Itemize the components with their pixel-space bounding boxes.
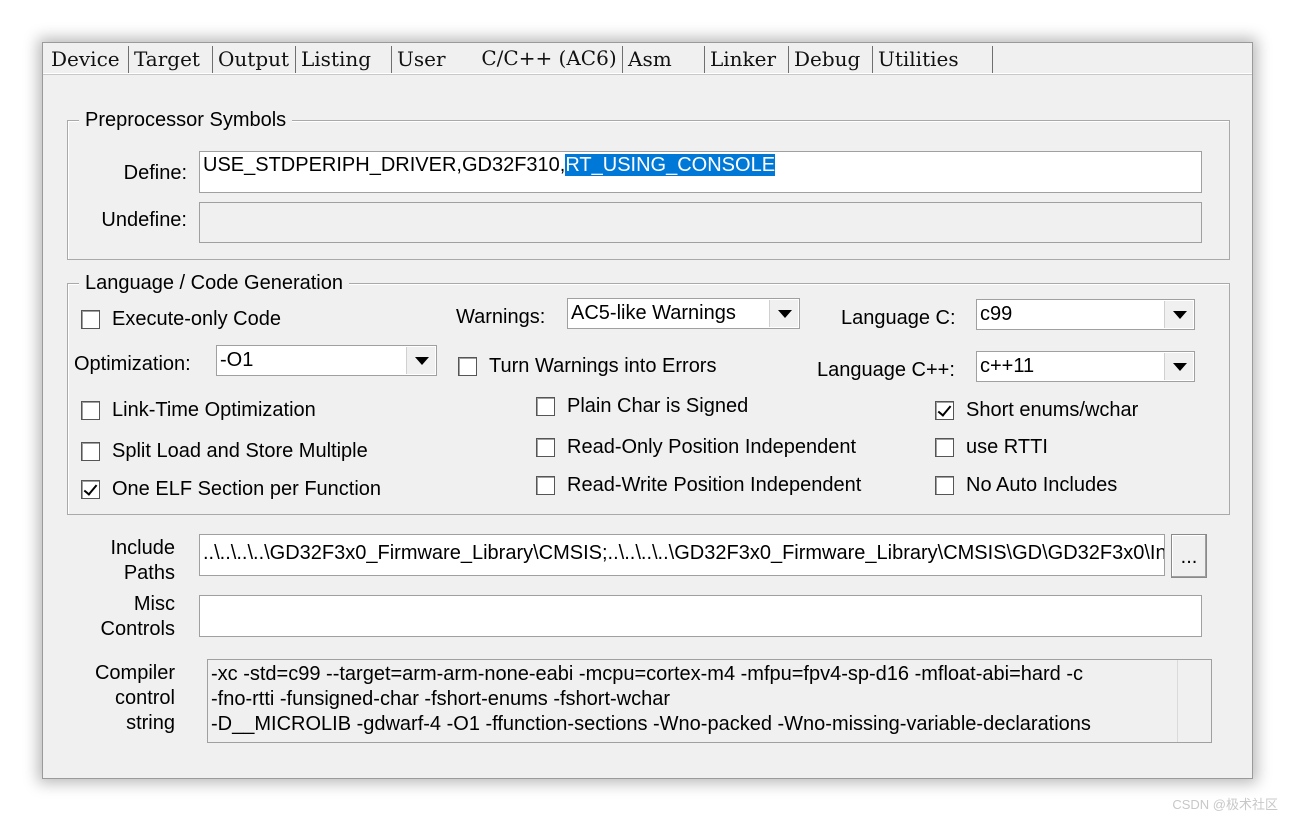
split-load-label: Split Load and Store Multiple (112, 439, 368, 462)
compiler-line-1: -xc -std=c99 --target=arm-arm-none-eabi … (211, 663, 1083, 685)
include-label-line2: Paths (123, 562, 175, 584)
warnings-select[interactable]: AC5-like Warnings (567, 298, 800, 329)
compiler-control-string[interactable]: -xc -std=c99 --target=arm-arm-none-eabi … (207, 659, 1212, 743)
tab-listing[interactable]: Listing (296, 46, 392, 73)
options-dialog: Device Target Output Listing User C/C++ … (42, 42, 1253, 779)
language-title: Language / Code Generation (79, 271, 349, 295)
tab-divider-shadow (43, 74, 1252, 75)
tab-asm[interactable]: Asm (622, 46, 705, 73)
language-cpp-select[interactable]: c++11 (976, 351, 1195, 382)
checkmark-icon (937, 401, 952, 417)
link-time-checkbox[interactable]: Link-Time Optimization (81, 397, 316, 423)
tab-utilities[interactable]: Utilities (873, 46, 993, 73)
preprocessor-title: Preprocessor Symbols (79, 108, 293, 132)
compiler-line-2: -fno-rtti -funsigned-char -fshort-enums … (211, 688, 671, 710)
tab-output[interactable]: Output (213, 46, 296, 73)
language-c-value: c99 (980, 303, 1013, 325)
rwpi-checkbox[interactable]: Read-Write Position Independent (536, 472, 861, 498)
tab-device[interactable]: Device (46, 46, 129, 73)
short-enums-box[interactable] (935, 400, 954, 420)
chevron-down-icon (778, 310, 792, 318)
rtti-checkbox[interactable]: use RTTI (935, 434, 1048, 460)
rwpi-label: Read-Write Position Independent (567, 473, 862, 496)
define-value-plain: USE_STDPERIPH_DRIVER,GD32F310, (203, 154, 566, 176)
one-elf-label: One ELF Section per Function (112, 477, 382, 500)
compiler-line-3: -D__MICROLIB -gdwarf-4 -O1 -ffunction-se… (211, 713, 1091, 735)
tab-bar: Device Target Output Listing User C/C++ … (43, 43, 1252, 75)
turn-warnings-label: Turn Warnings into Errors (489, 354, 717, 377)
short-enums-label: Short enums/wchar (966, 398, 1139, 421)
plain-char-checkbox[interactable]: Plain Char is Signed (536, 393, 748, 419)
ropi-label: Read-Only Position Independent (567, 435, 857, 458)
language-c-select[interactable]: c99 (976, 299, 1195, 330)
ropi-checkbox[interactable]: Read-Only Position Independent (536, 434, 856, 460)
define-value-selected: RT_USING_CONSOLE (565, 154, 776, 176)
define-input[interactable]: USE_STDPERIPH_DRIVER,GD32F310,RT_USING_C… (199, 151, 1202, 193)
warnings-value: AC5-like Warnings (571, 302, 736, 324)
misc-controls-input[interactable] (199, 595, 1202, 637)
compiler-label-line1: Compiler (94, 662, 175, 684)
include-paths-input[interactable]: ..\..\..\..\GD32F3x0_Firmware_Library\CM… (199, 534, 1165, 576)
chevron-down-icon (1173, 311, 1187, 319)
misc-label-line2: Controls (100, 618, 175, 640)
link-time-box[interactable] (81, 400, 100, 420)
rtti-label: use RTTI (966, 435, 1048, 458)
tab-c-cpp-ac6[interactable]: C/C++ (AC6) (476, 43, 622, 75)
undefine-input[interactable] (199, 202, 1202, 243)
optimization-select[interactable]: -O1 (216, 345, 437, 376)
execute-only-checkbox[interactable]: Execute-only Code (81, 306, 281, 332)
tab-debug[interactable]: Debug (789, 46, 873, 73)
compiler-label-line2: control (114, 687, 175, 709)
one-elf-box[interactable] (81, 479, 100, 499)
rtti-box[interactable] (935, 437, 954, 457)
language-c-dropdown-button[interactable] (1164, 301, 1193, 328)
rwpi-box[interactable] (536, 475, 555, 495)
warnings-label: Warnings: (456, 306, 546, 328)
undefine-label: Undefine: (101, 209, 187, 231)
tab-linker[interactable]: Linker (705, 46, 789, 73)
language-cpp-value: c++11 (980, 355, 1035, 377)
language-c-label: Language C: (841, 307, 956, 329)
language-cpp-label: Language C++: (817, 359, 955, 381)
misc-label-line1: Misc (133, 593, 175, 615)
one-elf-checkbox[interactable]: One ELF Section per Function (81, 476, 381, 502)
no-auto-includes-checkbox[interactable]: No Auto Includes (935, 472, 1117, 498)
watermark: CSDN @极术社区 (1172, 797, 1278, 812)
tab-user[interactable]: User (392, 46, 476, 73)
split-load-checkbox[interactable]: Split Load and Store Multiple (81, 438, 368, 464)
execute-only-label: Execute-only Code (112, 307, 281, 330)
turn-warnings-box[interactable] (458, 356, 477, 376)
split-load-box[interactable] (81, 441, 100, 461)
chevron-down-icon (1173, 363, 1187, 371)
no-auto-includes-label: No Auto Includes (966, 473, 1118, 496)
plain-char-box[interactable] (536, 396, 555, 416)
define-label: Define: (123, 162, 187, 184)
include-browse-button[interactable]: ... (1171, 534, 1207, 578)
checkmark-icon (83, 480, 98, 496)
execute-only-box[interactable] (81, 309, 100, 329)
ropi-box[interactable] (536, 437, 555, 457)
compiler-scrollbar[interactable] (1177, 660, 1211, 742)
turn-warnings-checkbox[interactable]: Turn Warnings into Errors (458, 353, 716, 379)
include-label-line1: Include (110, 537, 176, 559)
short-enums-checkbox[interactable]: Short enums/wchar (935, 397, 1138, 423)
plain-char-label: Plain Char is Signed (567, 394, 749, 417)
warnings-dropdown-button[interactable] (769, 300, 798, 327)
optimization-dropdown-button[interactable] (406, 347, 435, 374)
no-auto-includes-box[interactable] (935, 475, 954, 495)
chevron-down-icon (415, 357, 429, 365)
optimization-value: -O1 (220, 349, 254, 371)
tab-target[interactable]: Target (129, 46, 213, 73)
language-cpp-dropdown-button[interactable] (1164, 353, 1193, 380)
compiler-label-line3: string (126, 712, 175, 734)
optimization-label: Optimization: (74, 353, 191, 375)
link-time-label: Link-Time Optimization (112, 398, 316, 421)
